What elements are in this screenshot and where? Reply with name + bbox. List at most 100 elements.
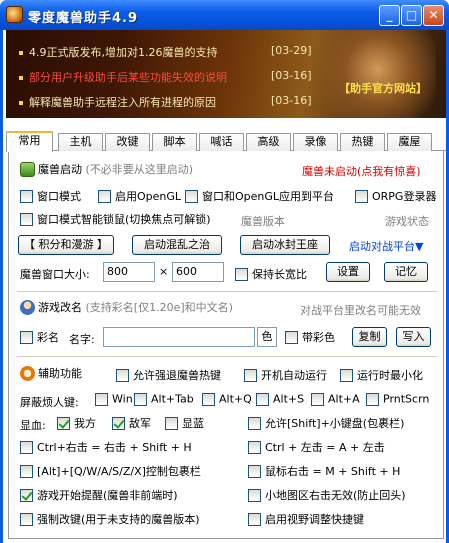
mouse-right-click-checkbox[interactable]: 鼠标右击 = M + Shift + H — [248, 463, 400, 479]
app-window: 零度魔兽助手4.9 _ □ ✕ 4.9正式版发布,增加对1.26魔兽的支持 [0… — [0, 0, 449, 543]
with-color-checkbox[interactable]: 带彩色 — [285, 329, 335, 345]
news-item[interactable]: 解释魔兽助手远程注入所有进程的原因 — [19, 94, 216, 110]
close-button[interactable]: ✕ — [423, 5, 444, 26]
window-height-input[interactable]: 600 — [172, 262, 224, 282]
checkbox-icon — [248, 512, 261, 526]
checkbox-icon — [95, 392, 108, 406]
checkbox-icon — [248, 464, 261, 478]
bullet-icon — [19, 51, 23, 55]
ctrl-left-click-checkbox[interactable]: Ctrl + 左击 = A + 左击 — [248, 439, 385, 455]
checkbox-icon — [248, 440, 261, 454]
checkbox-icon — [355, 189, 368, 203]
checkbox-icon — [311, 392, 324, 406]
checkbox-icon — [20, 330, 33, 344]
tab-chat[interactable]: 喊话 — [199, 133, 244, 151]
checkbox-icon — [20, 440, 33, 454]
window-opengl-platform-checkbox[interactable]: 窗口和OpenGL应用到平台 — [185, 188, 334, 204]
divider — [17, 291, 437, 292]
checkbox-icon — [202, 392, 215, 406]
remember-size-button[interactable]: 记忆 — [384, 262, 428, 282]
checkbox-icon — [285, 330, 298, 344]
name-input[interactable] — [103, 327, 255, 347]
minimize-button[interactable]: _ — [379, 5, 400, 26]
auto-run-checkbox[interactable]: 开机自动运行 — [244, 367, 327, 383]
checkbox-icon — [20, 488, 33, 502]
tab-replay[interactable]: 录像 — [293, 133, 338, 151]
tab-script[interactable]: 脚本 — [152, 133, 197, 151]
color-picker-button[interactable]: 色 — [257, 327, 277, 347]
tab-common[interactable]: 常用 — [6, 131, 53, 152]
news-banner: 4.9正式版发布,增加对1.26魔兽的支持 [03-29] 部分用户升级助手后某… — [6, 30, 446, 118]
checkbox-icon — [20, 464, 33, 478]
news-date: [03-16] — [271, 94, 312, 107]
news-date: [03-16] — [271, 69, 312, 82]
tab-mowu[interactable]: 魔屋 — [387, 133, 432, 151]
window-size-label: 魔兽窗口大小: — [20, 268, 90, 281]
maximize-button[interactable]: □ — [401, 5, 422, 26]
checkbox-icon — [248, 488, 261, 502]
opengl-checkbox[interactable]: 启用OpenGL — [98, 188, 181, 204]
ctrl-right-click-checkbox[interactable]: Ctrl+右击 = 右击 + Shift + H — [20, 439, 192, 455]
gift-icon — [20, 161, 35, 177]
tab-bar: 常用 主机 改键 脚本 喊话 高级 录像 热键 魔屋 — [6, 131, 446, 152]
version-label: 魔兽版本 — [241, 215, 285, 228]
minimap-right-click-checkbox[interactable]: 小地图区右击无效(防止回头) — [248, 487, 406, 503]
keep-ratio-checkbox[interactable]: 保持长宽比 — [235, 266, 307, 282]
checkbox-icon — [20, 512, 33, 526]
shield-prntscrn-checkbox[interactable]: PrntScrn — [366, 392, 429, 406]
launch-tft-button[interactable]: 启动冰封王座 — [240, 235, 330, 255]
checkbox-icon — [256, 392, 269, 406]
shield-alt-q-checkbox[interactable]: Alt+Q — [202, 392, 252, 406]
window-mode-checkbox[interactable]: 窗口模式 — [20, 188, 81, 204]
rename-right-hint: 对战平台里改名可能无效 — [300, 304, 421, 317]
bullet-icon — [19, 101, 23, 105]
enemy-hp-checkbox[interactable]: 敌军 — [112, 415, 151, 431]
common-panel: 魔兽启动 (不必非要从这里启动) 魔兽未启动(点我有惊喜) 窗口模式 启用Ope… — [8, 151, 444, 539]
shield-alt-a-checkbox[interactable]: Alt+A — [311, 392, 360, 406]
alt-keys-checkbox[interactable]: [Alt]+[Q/W/A/S/Z/X]控制包裹栏 — [20, 463, 201, 479]
shield-alt-tab-checkbox[interactable]: Alt+Tab — [134, 392, 194, 406]
tab-advanced[interactable]: 高级 — [246, 133, 291, 151]
checkbox-icon — [112, 416, 125, 430]
official-site-link[interactable]: 【助手官方网站】 — [339, 80, 427, 96]
checkbox-icon — [248, 416, 261, 430]
game-start-remind-checkbox[interactable]: 游戏开始提醒(魔兽非前端时) — [20, 487, 178, 503]
warcraft-status[interactable]: 魔兽未启动(点我有惊喜) — [302, 163, 421, 179]
view-shortcut-checkbox[interactable]: 启用视野调整快捷键 — [248, 511, 364, 527]
minimize-checkbox[interactable]: 运行时最小化 — [340, 367, 423, 383]
allow-shift-checkbox[interactable]: 允许[Shift]+小键盘(包裹栏) — [248, 415, 404, 431]
show-hp-label: 显血: — [20, 419, 46, 432]
banner-artwork — [306, 30, 436, 118]
tab-keymap[interactable]: 改键 — [105, 133, 150, 151]
title-bar[interactable]: 零度魔兽助手4.9 _ □ ✕ — [0, 0, 449, 30]
news-item[interactable]: 部分用户升级助手后某些功能失效的说明 — [19, 69, 227, 85]
color-name-checkbox[interactable]: 彩名 — [20, 329, 59, 345]
show-mana-checkbox[interactable]: 显蓝 — [165, 415, 204, 431]
shield-win-checkbox[interactable]: Win — [95, 392, 133, 406]
checkbox-icon — [57, 416, 70, 430]
times-sign: × — [159, 265, 169, 278]
helper-icon — [20, 365, 35, 381]
ladder-button[interactable]: 【 积分和漫游 】 — [18, 235, 114, 255]
checkbox-icon — [165, 416, 178, 430]
force-keymap-checkbox[interactable]: 强制改键(用于未支持的魔兽版本) — [20, 511, 200, 527]
tab-hotkey[interactable]: 热键 — [340, 133, 385, 151]
game-status-label: 游戏状态 — [385, 215, 429, 228]
orpg-checkbox[interactable]: ORPG登录器 — [355, 188, 436, 204]
copy-button[interactable]: 复制 — [352, 327, 387, 347]
launch-roc-button[interactable]: 启动混乱之治 — [132, 235, 222, 255]
smart-lock-checkbox[interactable]: 窗口模式智能锁鼠(切换焦点可解锁) — [20, 211, 211, 227]
set-size-button[interactable]: 设置 — [326, 262, 370, 282]
launch-platform-dropdown[interactable]: 启动对战平台▼ — [349, 238, 423, 254]
tab-host[interactable]: 主机 — [58, 133, 103, 151]
own-hp-checkbox[interactable]: 我方 — [57, 415, 96, 431]
shield-alt-s-checkbox[interactable]: Alt+S — [256, 392, 304, 406]
user-icon — [20, 299, 35, 315]
checkbox-icon — [366, 392, 379, 406]
allow-exit-hotkey-checkbox[interactable]: 允许强退魔兽热键 — [116, 367, 221, 383]
window-width-input[interactable]: 800 — [103, 262, 155, 282]
checkbox-icon — [20, 189, 33, 203]
write-button[interactable]: 写入 — [396, 327, 431, 347]
news-item[interactable]: 4.9正式版发布,增加对1.26魔兽的支持 — [19, 44, 217, 60]
checkbox-icon — [116, 368, 129, 382]
